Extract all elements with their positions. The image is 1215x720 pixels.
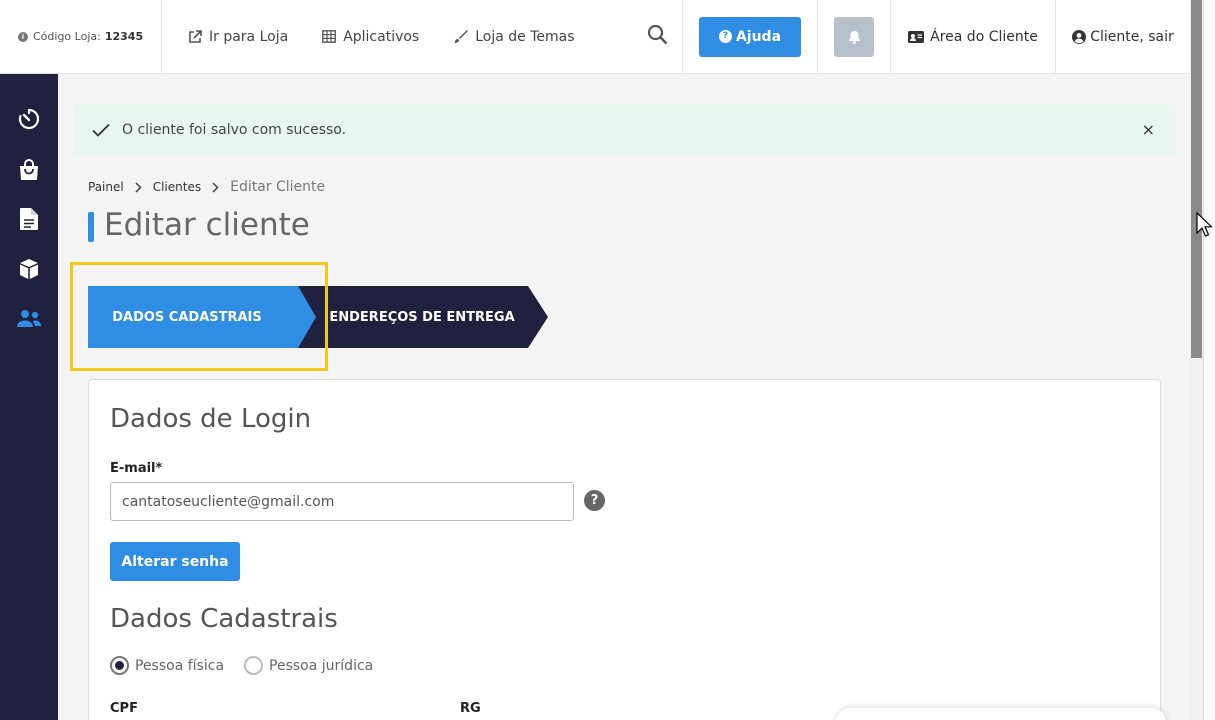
customer-form-card: Dados de Login E-mail* cantatoseucliente… <box>88 379 1161 720</box>
go-to-store-label: Ir para Loja <box>209 28 289 45</box>
help-cell: ? Ajuda <box>683 0 818 73</box>
alert-message: O cliente foi salvo com sucesso. <box>122 122 347 138</box>
store-code-value: 12345 <box>104 30 144 43</box>
themes-link[interactable]: Loja de Temas <box>453 28 575 45</box>
rg-label: RG <box>460 701 481 716</box>
logout-link[interactable]: Cliente, sair <box>1056 0 1190 73</box>
box-icon <box>20 259 38 279</box>
bell-icon <box>848 30 860 44</box>
topbar-links: Ir para Loja Aplicativos Loja de Temas <box>162 0 683 73</box>
breadcrumb-painel[interactable]: Painel <box>88 180 124 194</box>
shopping-bag-icon <box>20 159 38 180</box>
external-link-icon <box>189 29 202 43</box>
notifications-button[interactable] <box>834 16 874 57</box>
sidebar-item-products[interactable] <box>16 256 42 282</box>
login-section-title: Dados de Login <box>110 404 312 434</box>
register-section-title: Dados Cadastrais <box>110 604 338 634</box>
email-label: E-mail* <box>110 461 163 476</box>
highlight-box <box>70 262 328 371</box>
search-button[interactable] <box>647 24 668 49</box>
background-window-edge <box>1203 0 1215 720</box>
mouse-cursor-icon <box>1196 212 1212 237</box>
page-title: Editar cliente <box>104 207 310 243</box>
store-code: i Código Loja: 12345 <box>0 0 162 73</box>
client-area-link[interactable]: Área do Cliente <box>891 0 1056 73</box>
brush-icon <box>454 30 469 43</box>
step-label: ENDEREÇOS DE ENTREGA <box>329 309 515 325</box>
radio-label: Pessoa física <box>135 657 225 674</box>
store-code-label: Código Loja: <box>33 30 101 43</box>
search-icon <box>647 24 668 45</box>
go-to-store-link[interactable]: Ir para Loja <box>188 29 288 45</box>
dashboard-gauge-icon <box>18 108 40 130</box>
person-type-group: Pessoa física Pessoa jurídica <box>110 656 393 675</box>
top-bar: i Código Loja: 12345 Ir para Loja Aplica… <box>0 0 1190 74</box>
help-icon[interactable]: ? <box>584 490 605 511</box>
chat-widget[interactable] <box>836 708 1166 720</box>
sidebar-item-orders[interactable] <box>16 157 42 183</box>
radio-label: Pessoa jurídica <box>269 657 374 674</box>
radio-pessoa-juridica[interactable] <box>244 656 264 675</box>
user-circle-icon <box>1072 29 1087 44</box>
grid-icon <box>322 30 337 43</box>
radio-pessoa-fisica[interactable] <box>110 656 129 675</box>
themes-label: Loja de Temas <box>475 28 575 45</box>
client-area-label: Área do Cliente <box>930 28 1038 45</box>
title-accent-bar <box>88 212 94 242</box>
sidebar-item-documents[interactable] <box>16 206 42 232</box>
info-icon: i <box>18 31 28 42</box>
change-password-button[interactable]: Alterar senha <box>110 542 240 581</box>
step-delivery-addresses[interactable]: ENDEREÇOS DE ENTREGA <box>296 286 548 348</box>
question-icon: ? <box>718 30 732 43</box>
close-icon[interactable]: × <box>1142 120 1155 139</box>
user-label: Cliente, sair <box>1090 28 1174 45</box>
breadcrumb: Painel Clientes Editar Cliente <box>88 179 325 195</box>
notifications-cell <box>818 0 891 73</box>
sidebar-item-customers[interactable] <box>16 306 42 332</box>
breadcrumb-current: Editar Cliente <box>230 179 326 195</box>
breadcrumb-clientes[interactable]: Clientes <box>153 180 201 194</box>
email-field[interactable]: cantatoseucliente@gmail.com <box>110 482 574 521</box>
checkmark-icon <box>92 123 110 137</box>
apps-link[interactable]: Aplicativos <box>322 29 419 45</box>
sidebar <box>0 74 58 720</box>
document-icon <box>20 208 38 230</box>
id-card-icon <box>908 30 925 43</box>
scrollbar-thumb[interactable] <box>1191 0 1202 358</box>
help-button[interactable]: ? Ajuda <box>699 16 801 57</box>
apps-label: Aplicativos <box>343 28 420 45</box>
scrollbar[interactable] <box>1190 0 1203 720</box>
cpf-label: CPF <box>110 701 138 716</box>
users-icon <box>17 310 41 327</box>
sidebar-item-dashboard[interactable] <box>16 106 42 132</box>
chevron-right-icon <box>135 181 142 193</box>
help-label: Ajuda <box>735 28 782 45</box>
chevron-right-icon <box>212 181 219 193</box>
success-alert: O cliente foi salvo com sucesso. × <box>74 104 1175 156</box>
